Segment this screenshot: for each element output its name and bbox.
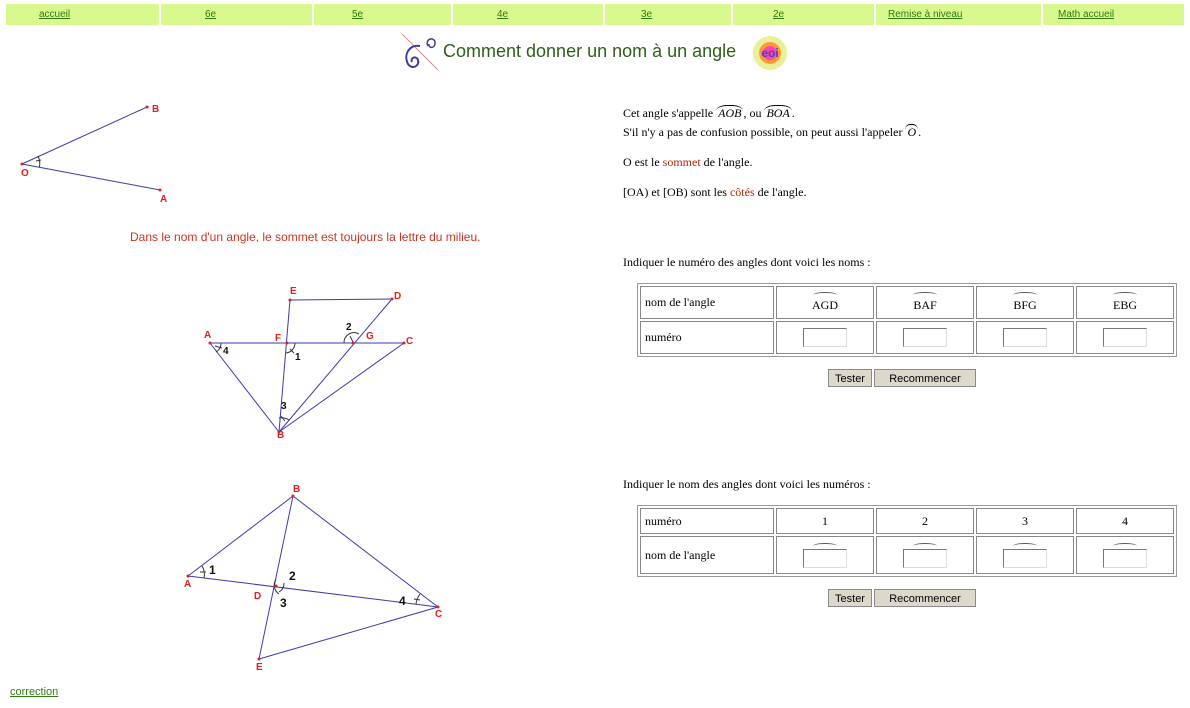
page-title: Comment donner un nom à un angle [443,41,737,61]
ex2-answer-input-4[interactable] [1103,548,1147,568]
ex1-answer-input-4[interactable] [1103,328,1147,347]
ex2-row2-label: nom de l'angle [640,536,774,574]
ex1-name-cell: BAF [876,286,974,319]
explain-line-4: [OA) et [OB) sont les côtés de l'angle. [623,185,807,199]
ex2-row-numbers: numéro 1 2 3 4 [640,508,1174,534]
swirl-logo-icon [401,33,439,71]
top-nav: accueil 6e 5e 4e 3e 2e Remise à niveau M… [6,4,1184,25]
explain-line-3: O est le sommet de l'angle. [623,155,753,169]
ex2-row-answers: nom de l'angle [640,536,1174,574]
fig3-angle-3: 3 [280,596,287,610]
ex1-answer-input-1[interactable] [803,328,847,347]
logo-text: eoi [761,46,778,60]
figure-3: B A D C E 1 2 3 4 [184,484,442,673]
fig2-label-g: G [366,331,374,342]
nav-6e[interactable]: 6e [161,4,314,25]
ex1-row1-label: nom de l'angle [640,286,774,319]
keyword-cotes: côtés [729,185,755,199]
figure-angle-aob: B O A [20,104,167,205]
ex1-name-cell: AGD [776,286,874,319]
fig2-angle-1: 1 [295,352,301,363]
fig1-label-a: A [160,194,167,205]
fig3-label-d: D [254,591,261,602]
angle-o: O [905,124,919,139]
correction-link[interactable]: correction [10,686,58,698]
ex2-answer-input-3[interactable] [1003,548,1047,568]
fig2-angle-3: 3 [281,401,287,412]
ex2-answer-input-2[interactable] [903,548,947,568]
ex2-number-cell: 1 [776,508,874,534]
fig2-label-a: A [204,330,211,341]
explain-line-1: Cet angle s'appelle AOB, ou BOA. [623,105,795,120]
nav-2e[interactable]: 2e [733,4,876,25]
ex2-number-cell: 2 [876,508,974,534]
fig3-label-c: C [435,609,442,620]
ex2-table: numéro 1 2 3 4 nom de l'angle [637,505,1177,577]
nav-remise[interactable]: Remise à niveau [876,4,1043,25]
ex1-instruction: Indiquer le numéro des angles dont voici… [623,255,871,269]
ex2-instruction: Indiquer le nom des angles dont voici le… [623,477,871,491]
fig3-label-b: B [293,484,300,495]
fig2-label-b: B [277,430,284,441]
ex1-name-cell: BFG [976,286,1074,319]
angle-boa: BOA [764,105,792,120]
ex2-number-cell: 4 [1076,508,1174,534]
nav-4e[interactable]: 4e [453,4,605,25]
ex2-row1-label: numéro [640,508,774,534]
ex1-name-cell: EBG [1076,286,1174,319]
fig2-angle-4: 4 [223,346,229,357]
explain-line-2: S'il n'y a pas de confusion possible, on… [623,124,922,139]
ex1-answer-input-3[interactable] [1003,328,1047,347]
nav-math-accueil[interactable]: Math accueil [1043,4,1184,25]
ex1-answer-input-2[interactable] [903,328,947,347]
figure-2: E D A F G C B 4 1 2 3 [204,286,413,441]
ex2-answer-input-1[interactable] [803,548,847,568]
nav-5e[interactable]: 5e [314,4,453,25]
ex2-restart-button[interactable]: Recommencer [874,589,976,607]
ex1-row-answers: numéro [640,321,1174,354]
fig2-label-e: E [290,286,297,297]
nav-3e[interactable]: 3e [605,4,733,25]
explanation: Cet angle s'appelle AOB, ou BOA. S'il n'… [623,104,1073,202]
keyword-sommet: sommet [662,155,701,169]
sun-logo-icon: eoi [753,36,787,70]
ex2-test-button[interactable]: Tester [828,589,872,607]
ex1-row-names: nom de l'angle AGD BAF BFG EBG [640,286,1174,319]
nav-accueil[interactable]: accueil [6,4,161,25]
ex1-row2-label: numéro [640,321,774,354]
ex1-restart-button[interactable]: Recommencer [874,369,976,387]
fig2-label-d: D [394,291,401,302]
fig3-angle-1: 1 [209,563,216,577]
angle-aob: AOB [716,105,744,120]
ex1-test-button[interactable]: Tester [828,369,872,387]
fig1-label-b: B [152,104,159,115]
fig3-angle-4: 4 [399,594,406,608]
fig3-angle-2: 2 [289,569,296,583]
fig3-label-a: A [184,579,191,590]
rule-text: Dans le nom d'un angle, le sommet est to… [130,230,481,244]
fig2-label-f: F [275,333,281,344]
fig2-angle-2: 2 [346,322,352,333]
ex1-table: nom de l'angle AGD BAF BFG EBG numéro [637,283,1177,357]
fig2-label-c: C [406,336,413,347]
ex2-number-cell: 3 [976,508,1074,534]
fig3-label-e: E [256,662,263,673]
fig1-label-o: O [21,168,29,179]
